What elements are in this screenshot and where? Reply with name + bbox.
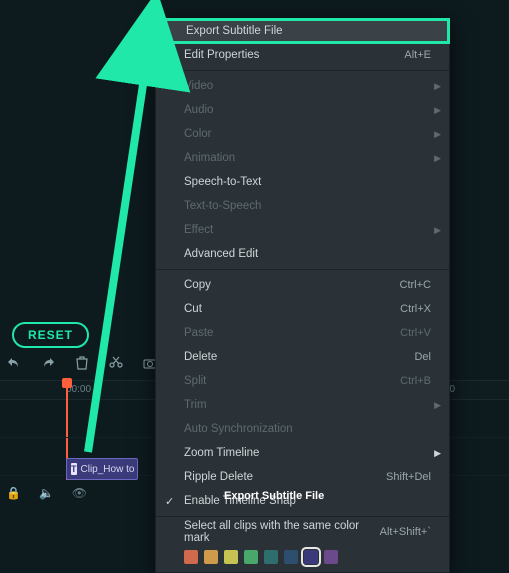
menu-item-effect: Effect ▶ xyxy=(156,218,449,242)
menu-item-select-all-clips-with-the-same-color-mark[interactable]: Select all clips with the same color mar… xyxy=(156,520,449,544)
clip-label: Clip_How to B xyxy=(81,464,139,475)
menu-item-label: Effect xyxy=(184,224,213,236)
menu-item-label: Copy xyxy=(184,279,211,291)
menu-item-label: Auto Synchronization xyxy=(184,423,293,435)
menu-item-paste: Paste Ctrl+V xyxy=(156,321,449,345)
undo-icon[interactable] xyxy=(6,355,22,371)
cut-icon[interactable] xyxy=(108,355,124,371)
menu-item-animation: Animation ▶ xyxy=(156,146,449,170)
menu-item-audio: Audio ▶ xyxy=(156,98,449,122)
menu-item-speech-to-text[interactable]: Speech-to-Text xyxy=(156,170,449,194)
menu-item-cut[interactable]: Cut Ctrl+X xyxy=(156,297,449,321)
menu-item-label: Select all clips with the same color mar… xyxy=(184,520,380,544)
menu-item-label: Paste xyxy=(184,327,213,339)
menu-item-label: Cut xyxy=(184,303,202,315)
color-swatch[interactable] xyxy=(284,550,298,564)
chevron-right-icon: ▶ xyxy=(434,225,441,236)
menu-item-auto-synchronization: Auto Synchronization xyxy=(156,417,449,441)
menu-item-label: Speech-to-Text xyxy=(184,176,261,188)
timeline-toolbar xyxy=(6,355,158,371)
menu-shortcut: Ctrl+C xyxy=(400,279,431,291)
color-swatch[interactable] xyxy=(224,550,238,564)
track-controls: 🔒 🔈 👁 xyxy=(6,486,87,500)
menu-item-export-subtitle-file[interactable]: Export Subtitle File xyxy=(156,19,449,43)
chevron-right-icon: ▶ xyxy=(434,129,441,140)
check-icon: ✓ xyxy=(165,495,174,508)
lock-icon[interactable]: 🔒 xyxy=(6,486,21,500)
menu-item-label: Advanced Edit xyxy=(184,248,258,260)
trash-icon[interactable] xyxy=(74,355,90,371)
color-swatch[interactable] xyxy=(244,550,258,564)
menu-shortcut: Alt+Shift+` xyxy=(380,526,431,538)
menu-item-label: Split xyxy=(184,375,206,387)
menu-item-label: Animation xyxy=(184,152,235,164)
menu-item-label: Color xyxy=(184,128,211,140)
color-swatch[interactable] xyxy=(184,550,198,564)
menu-shortcut: Shift+Del xyxy=(386,471,431,483)
chevron-right-icon: ▶ xyxy=(434,105,441,116)
menu-item-label: Trim xyxy=(184,399,207,411)
menu-item-label: Zoom Timeline xyxy=(184,447,259,459)
menu-separator xyxy=(156,269,449,270)
menu-item-label: Text-to-Speech xyxy=(184,200,261,212)
menu-item-advanced-edit[interactable]: Advanced Edit xyxy=(156,242,449,266)
menu-item-label: Ripple Delete xyxy=(184,471,253,483)
mute-icon[interactable]: 🔈 xyxy=(39,486,54,500)
menu-separator xyxy=(156,516,449,517)
redo-icon[interactable] xyxy=(40,355,56,371)
menu-item-zoom-timeline[interactable]: Zoom Timeline ▶ xyxy=(156,441,449,465)
color-swatch[interactable] xyxy=(204,550,218,564)
menu-shortcut: Del xyxy=(414,351,431,363)
menu-item-label: Video xyxy=(184,80,213,92)
menu-item-label: Delete xyxy=(184,351,217,363)
menu-item-ripple-delete[interactable]: Ripple Delete Shift+Del xyxy=(156,465,449,489)
menu-item-video: Video ▶ xyxy=(156,74,449,98)
clip-title[interactable]: Clip_How to B xyxy=(66,458,138,480)
menu-item-split: Split Ctrl+B xyxy=(156,369,449,393)
menu-item-label: Edit Properties xyxy=(184,49,259,61)
eye-icon[interactable]: 👁 xyxy=(72,486,87,500)
chevron-right-icon: ▶ xyxy=(434,153,441,164)
menu-item-color: Color ▶ xyxy=(156,122,449,146)
color-swatch[interactable] xyxy=(304,550,318,564)
tooltip: Export Subtitle File xyxy=(224,490,324,502)
menu-item-label: Export Subtitle File xyxy=(186,25,283,37)
menu-shortcut: Alt+E xyxy=(404,49,431,61)
chevron-right-icon: ▶ xyxy=(434,448,441,459)
menu-item-copy[interactable]: Copy Ctrl+C xyxy=(156,273,449,297)
menu-item-trim: Trim ▶ xyxy=(156,393,449,417)
color-swatch-row xyxy=(156,544,449,572)
menu-shortcut: Ctrl+X xyxy=(400,303,431,315)
chevron-right-icon: ▶ xyxy=(434,81,441,92)
chevron-right-icon: ▶ xyxy=(434,400,441,411)
menu-shortcut: Ctrl+V xyxy=(400,327,431,339)
menu-item-edit-properties[interactable]: Edit Properties Alt+E xyxy=(156,43,449,67)
color-swatch[interactable] xyxy=(324,550,338,564)
menu-item-text-to-speech: Text-to-Speech xyxy=(156,194,449,218)
reset-button[interactable]: RESET xyxy=(12,322,89,348)
menu-item-label: Audio xyxy=(184,104,213,116)
menu-item-delete[interactable]: Delete Del xyxy=(156,345,449,369)
menu-separator xyxy=(156,70,449,71)
menu-shortcut: Ctrl+B xyxy=(400,375,431,387)
color-swatch[interactable] xyxy=(264,550,278,564)
